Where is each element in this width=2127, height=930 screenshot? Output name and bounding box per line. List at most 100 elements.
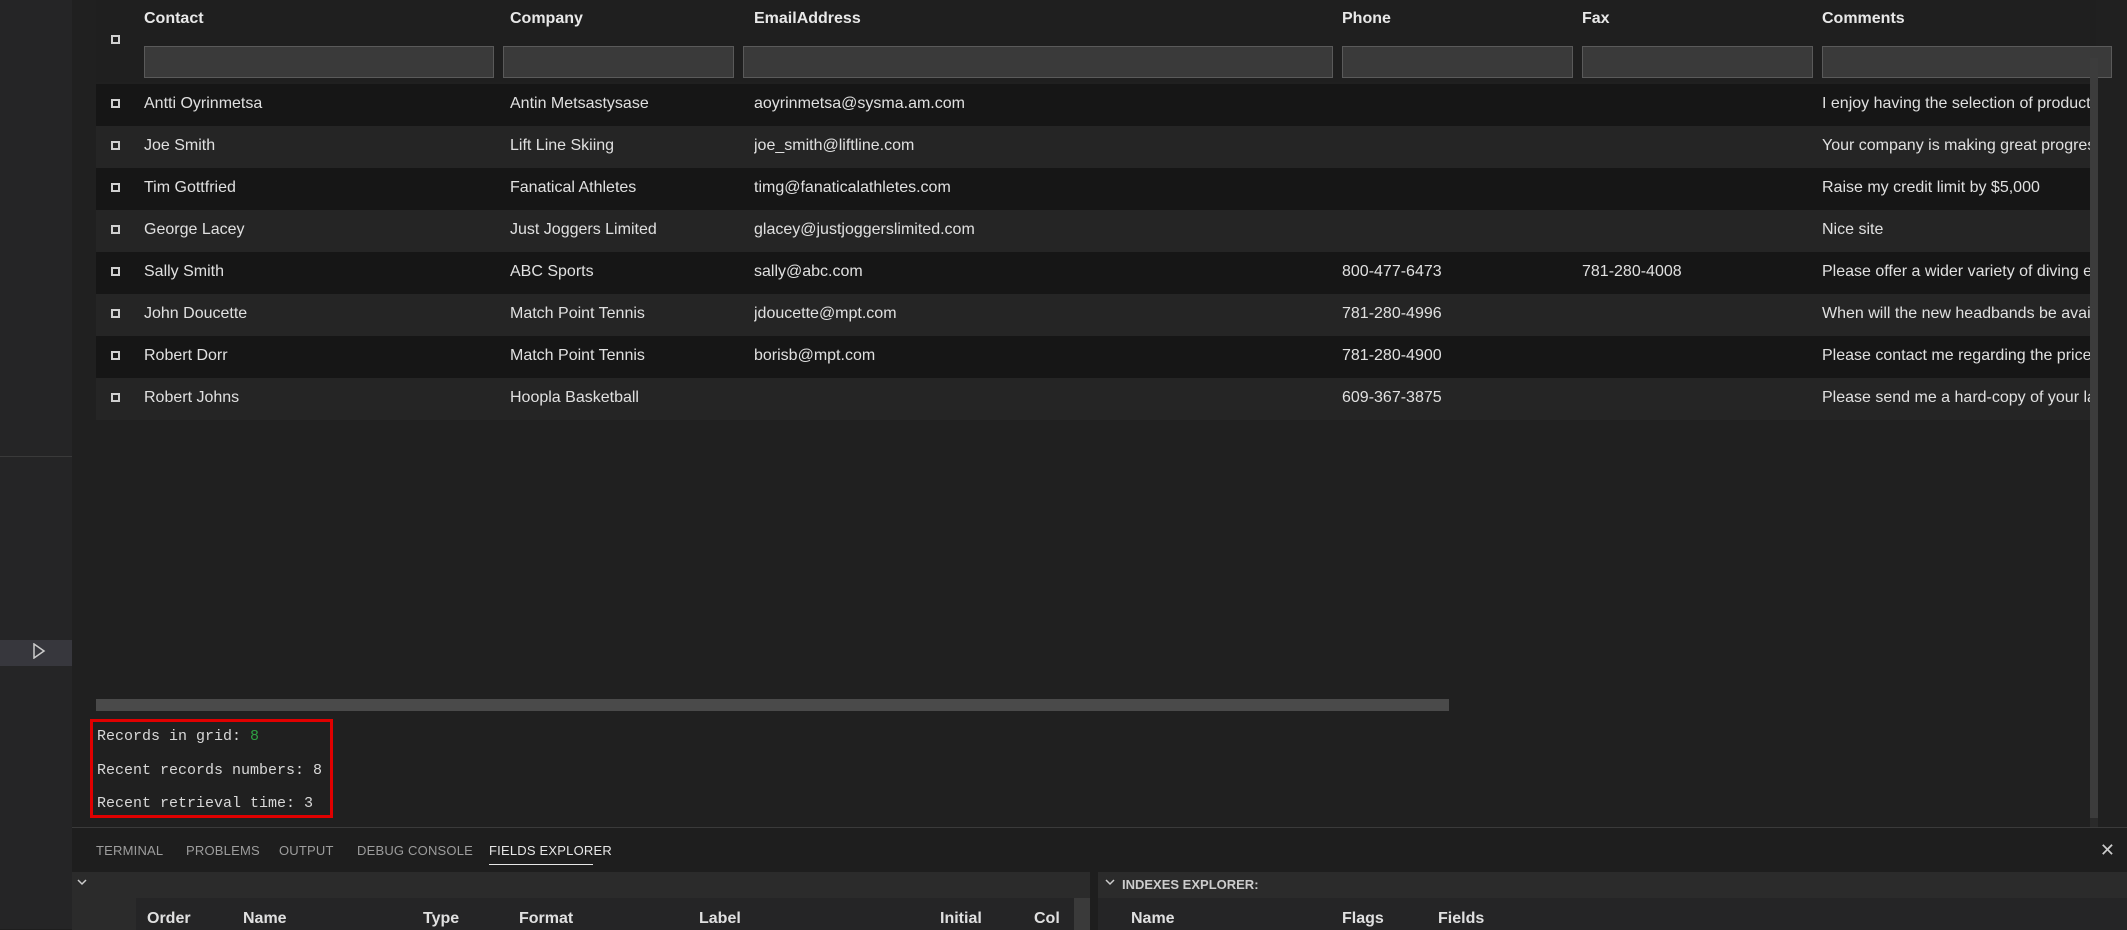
indexes-column-flags[interactable]: Flags xyxy=(1342,910,1384,928)
cell-comments[interactable]: I enjoy having the selection of products xyxy=(1822,95,2096,113)
grid-stats-box: Records in grid: 8 Recent records number… xyxy=(90,719,333,818)
cell-comments[interactable]: Please offer a wider variety of diving e… xyxy=(1822,263,2096,281)
play-icon[interactable] xyxy=(32,642,46,664)
cell-email[interactable]: jdoucette@mpt.com xyxy=(754,305,1334,323)
table-row[interactable]: Joe Smith Lift Line Skiing joe_smith@liftl… xyxy=(96,126,2096,168)
cell-comments[interactable]: Raise my credit limit by $5,000 xyxy=(1822,179,2096,197)
filter-input-contact[interactable] xyxy=(144,46,494,78)
fields-column-initial[interactable]: Initial xyxy=(940,910,982,928)
cell-company[interactable]: ABC Sports xyxy=(510,263,740,281)
column-header-company[interactable]: Company xyxy=(510,10,583,28)
fields-column-label[interactable]: Label xyxy=(699,910,741,928)
side-divider xyxy=(0,456,72,457)
cell-email[interactable]: aoyrinmetsa@sysma.am.com xyxy=(754,95,1334,113)
cell-company[interactable]: Fanatical Athletes xyxy=(510,179,740,197)
column-header-comments[interactable]: Comments xyxy=(1822,10,1905,28)
row-select-checkbox[interactable] xyxy=(111,183,120,192)
grid-horizontal-scrollbar[interactable] xyxy=(96,699,1449,711)
table-row[interactable]: George Lacey Just Joggers Limited glacey@j… xyxy=(96,210,2096,252)
cell-company[interactable]: Match Point Tennis xyxy=(510,347,740,365)
records-in-grid-label: Records in grid: xyxy=(97,728,251,745)
close-icon[interactable]: ✕ xyxy=(2100,840,2115,861)
fields-column-order[interactable]: Order xyxy=(147,910,191,928)
cell-contact[interactable]: Antti Oyrinmetsa xyxy=(144,95,494,113)
indexes-column-fields[interactable]: Fields xyxy=(1438,910,1484,928)
run-row[interactable] xyxy=(0,640,72,666)
tab-fields-explorer[interactable]: FIELDS EXPLORER xyxy=(489,843,612,858)
grid-vertical-scrollbar[interactable] xyxy=(2090,58,2098,827)
cell-comments[interactable]: Nice site xyxy=(1822,221,2096,239)
cell-contact[interactable]: Robert Dorr xyxy=(144,347,494,365)
cell-company[interactable]: Lift Line Skiing xyxy=(510,137,740,155)
cell-contact[interactable]: George Lacey xyxy=(144,221,494,239)
row-select-checkbox[interactable] xyxy=(111,267,120,276)
indexes-explorer-bar: INDEXES EXPLORER: xyxy=(1098,872,2127,898)
cell-comments[interactable]: Please contact me regarding the price o xyxy=(1822,347,2096,365)
filter-input-company[interactable] xyxy=(503,46,734,78)
fields-explorer-bar xyxy=(72,872,1090,898)
column-header-contact[interactable]: Contact xyxy=(144,10,204,28)
filter-input-comments[interactable] xyxy=(1822,46,2112,78)
cell-contact[interactable]: Sally Smith xyxy=(144,263,494,281)
tab-terminal[interactable]: TERMINAL xyxy=(96,843,163,858)
cell-phone[interactable]: 781-280-4996 xyxy=(1342,305,1572,323)
filter-input-email[interactable] xyxy=(743,46,1333,78)
fields-column-col[interactable]: Col xyxy=(1034,910,1064,928)
chevron-down-icon[interactable] xyxy=(76,876,88,891)
row-select-checkbox[interactable] xyxy=(111,99,120,108)
vertical-scroll-thumb[interactable] xyxy=(2090,58,2098,818)
table-row[interactable]: Robert Johns Hoopla Basketball 609-367-387… xyxy=(96,378,2096,420)
cell-email[interactable]: borisb@mpt.com xyxy=(754,347,1334,365)
table-row[interactable]: Antti Oyrinmetsa Antin Metsastysase aoyrin… xyxy=(96,84,2096,126)
table-row[interactable]: John Doucette Match Point Tennis jdoucette… xyxy=(96,294,2096,336)
cell-contact[interactable]: Joe Smith xyxy=(144,137,494,155)
cell-comments[interactable]: Your company is making great progress xyxy=(1822,137,2096,155)
cell-phone[interactable]: 781-280-4900 xyxy=(1342,347,1572,365)
records-in-grid-value: 8 xyxy=(250,728,260,745)
cell-phone[interactable]: 609-367-3875 xyxy=(1342,389,1572,407)
cell-contact[interactable]: John Doucette xyxy=(144,305,494,323)
tab-debug-console[interactable]: DEBUG CONSOLE xyxy=(357,843,473,858)
tab-output[interactable]: OUTPUT xyxy=(279,843,334,858)
table-row[interactable]: Tim Gottfried Fanatical Athletes timg@fana… xyxy=(96,168,2096,210)
grid-header: Contact Company EmailAddress Phone Fax C… xyxy=(96,0,2112,82)
row-select-checkbox[interactable] xyxy=(111,309,120,318)
table-row[interactable]: Robert Dorr Match Point Tennis borisb@mpt.… xyxy=(96,336,2096,378)
row-select-checkbox[interactable] xyxy=(111,393,120,402)
filter-input-phone[interactable] xyxy=(1342,46,1573,78)
editor-area: Contact Company EmailAddress Phone Fax C… xyxy=(72,0,2127,827)
cell-email[interactable]: glacey@justjoggerslimited.com xyxy=(754,221,1334,239)
tab-problems[interactable]: PROBLEMS xyxy=(186,843,260,858)
cell-company[interactable]: Antin Metsastysase xyxy=(510,95,740,113)
fields-scrollbar[interactable] xyxy=(1074,898,1090,930)
fields-column-format[interactable]: Format xyxy=(519,910,573,928)
chevron-down-icon[interactable] xyxy=(1104,876,1116,891)
cell-email[interactable]: timg@fanaticalathletes.com xyxy=(754,179,1334,197)
fields-column-name[interactable]: Name xyxy=(243,910,287,928)
row-select-checkbox[interactable] xyxy=(111,351,120,360)
table-row[interactable]: Sally Smith ABC Sports sally@abc.com 800-47… xyxy=(96,252,2096,294)
cell-fax[interactable]: 781-280-4008 xyxy=(1582,263,1812,281)
cell-comments[interactable]: Please send me a hard-copy of your late xyxy=(1822,389,2096,407)
fields-column-type[interactable]: Type xyxy=(423,910,459,928)
cell-contact[interactable]: Tim Gottfried xyxy=(144,179,494,197)
cell-email[interactable]: sally@abc.com xyxy=(754,263,1334,281)
header-select-cell xyxy=(96,0,137,82)
select-all-checkbox[interactable] xyxy=(111,35,120,44)
filter-input-fax[interactable] xyxy=(1582,46,1813,78)
indexes-column-name[interactable]: Name xyxy=(1131,910,1175,928)
row-select-checkbox[interactable] xyxy=(111,141,120,150)
fields-explorer: Order Name Type Format Label Initial Col xyxy=(72,872,1090,930)
indexes-explorer: INDEXES EXPLORER: Name Flags Fields xyxy=(1098,872,2127,930)
cell-phone[interactable]: 800-477-6473 xyxy=(1342,263,1572,281)
column-header-fax[interactable]: Fax xyxy=(1582,10,1610,28)
column-header-email[interactable]: EmailAddress xyxy=(754,10,861,28)
cell-company[interactable]: Hoopla Basketball xyxy=(510,389,740,407)
column-header-phone[interactable]: Phone xyxy=(1342,10,1391,28)
cell-contact[interactable]: Robert Johns xyxy=(144,389,494,407)
cell-comments[interactable]: When will the new headbands be availal xyxy=(1822,305,2096,323)
cell-company[interactable]: Match Point Tennis xyxy=(510,305,740,323)
row-select-checkbox[interactable] xyxy=(111,225,120,234)
cell-company[interactable]: Just Joggers Limited xyxy=(510,221,740,239)
cell-email[interactable]: joe_smith@liftline.com xyxy=(754,137,1334,155)
